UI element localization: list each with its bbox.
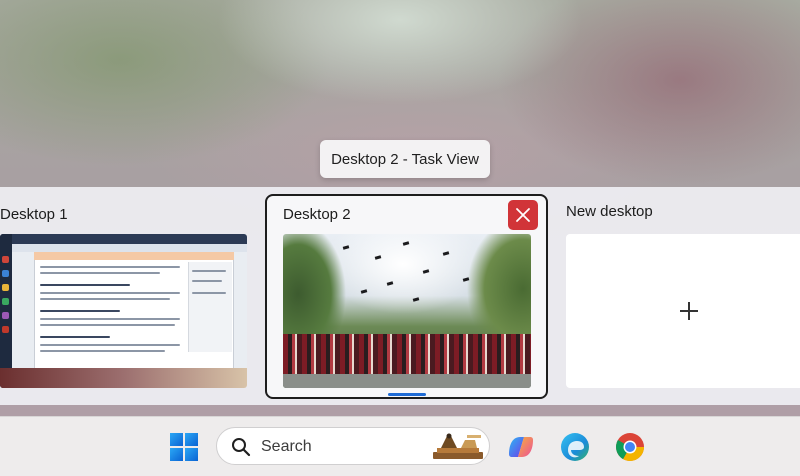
thumb-crowd — [283, 334, 531, 376]
thumb-wallpaper-strip — [0, 368, 247, 388]
task-view-tooltip: Desktop 2 - Task View — [320, 140, 490, 178]
thumb-app-icon — [2, 284, 9, 291]
copilot-icon — [509, 437, 533, 457]
thumb-text-line — [192, 270, 226, 272]
plus-icon — [680, 302, 698, 320]
search-placeholder: Search — [261, 438, 312, 455]
thumb-text-line — [40, 272, 160, 274]
thumb-app-icon — [2, 312, 9, 319]
thumb-text-line — [40, 284, 130, 286]
close-icon — [516, 208, 530, 222]
new-desktop-button[interactable] — [566, 234, 800, 388]
thumb-text-line — [40, 344, 180, 346]
active-desktop-indicator — [388, 393, 426, 396]
chrome-button[interactable] — [613, 430, 647, 464]
thumb-app-icon — [2, 256, 9, 263]
edge-button[interactable] — [558, 430, 592, 464]
thumb-text-line — [192, 292, 226, 294]
thumb-text-line — [40, 310, 120, 312]
thumb-ground — [283, 374, 531, 388]
search-icon — [232, 438, 251, 457]
tooltip-text: Desktop 2 - Task View — [331, 150, 479, 168]
thumb-app-icon — [2, 270, 9, 277]
edge-icon — [561, 433, 589, 461]
desktop-2-label: Desktop 2 — [283, 206, 351, 223]
start-button[interactable] — [168, 431, 200, 463]
taskbar-search-box[interactable]: Search — [216, 427, 490, 465]
close-desktop-button[interactable] — [508, 200, 538, 230]
thumb-side-panel — [188, 262, 232, 352]
desktop-1-label: Desktop 1 — [0, 206, 68, 223]
thumb-text-line — [40, 324, 175, 326]
desktop-1-thumbnail[interactable] — [0, 234, 247, 388]
thumb-text-line — [40, 318, 180, 320]
search-highlight-illustration-icon — [433, 433, 483, 459]
copilot-button[interactable] — [504, 430, 538, 464]
thumb-menu-bar — [34, 252, 234, 260]
desktop-2-thumbnail[interactable] — [283, 234, 531, 388]
thumb-app-icon — [2, 298, 9, 305]
thumb-text-line — [40, 336, 110, 338]
thumb-text-line — [40, 292, 180, 294]
thumb-text-line — [192, 280, 222, 282]
windows-start-icon — [170, 433, 198, 461]
thumb-text-line — [40, 298, 170, 300]
thumb-app-icon — [2, 326, 9, 333]
chrome-icon — [616, 433, 644, 461]
thumb-text-line — [40, 266, 180, 268]
thumb-toolbar — [0, 244, 247, 252]
thumb-titlebar — [0, 234, 247, 244]
thumb-text-line — [40, 350, 165, 352]
new-desktop-label: New desktop — [566, 203, 653, 220]
